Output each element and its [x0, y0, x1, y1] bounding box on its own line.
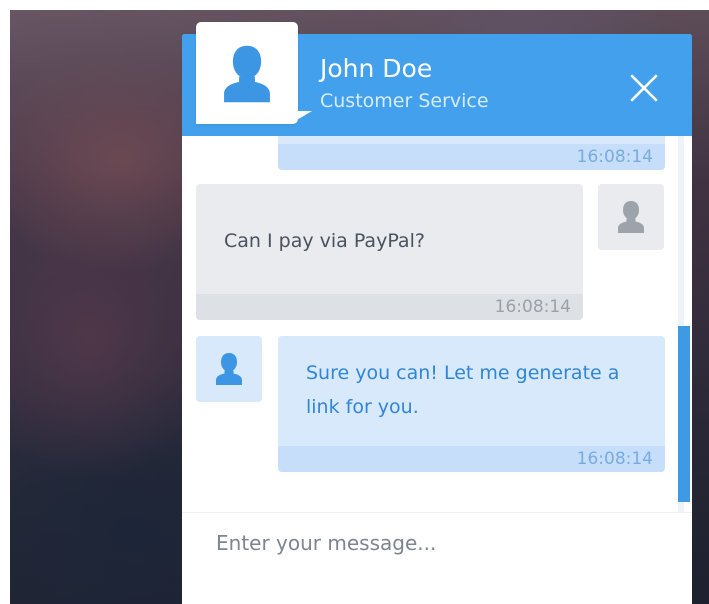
message-text: Can I pay via PayPal? [224, 230, 425, 252]
message-incoming: Can I pay via PayPal? 16:08:14 [196, 184, 583, 320]
message-text: Sure you can! Let me generate a link for… [306, 362, 620, 418]
contact-name: John Doe [320, 54, 433, 83]
message-time: 16:08:14 [494, 297, 571, 317]
avatar-speech-tail [290, 111, 312, 124]
contact-avatar [196, 22, 298, 124]
message-list[interactable]: 16:08:14 Can I pay via PayPal? 16:08:14 … [182, 136, 692, 512]
user-silhouette-icon [216, 353, 242, 385]
user-silhouette-icon [224, 45, 270, 103]
composer [182, 512, 692, 604]
scrollbar-thumb[interactable] [678, 326, 690, 502]
close-icon [630, 74, 658, 102]
sender-avatar [598, 184, 664, 250]
contact-role: Customer Service [320, 90, 489, 112]
message-input[interactable] [202, 523, 692, 563]
message-outgoing: 16:08:14 [278, 136, 665, 170]
message-time: 16:08:14 [576, 147, 653, 167]
agent-avatar [196, 336, 262, 402]
close-button[interactable] [624, 68, 664, 108]
user-silhouette-icon [618, 201, 644, 233]
message-time: 16:08:14 [576, 449, 653, 469]
message-outgoing: Sure you can! Let me generate a link for… [278, 336, 665, 472]
